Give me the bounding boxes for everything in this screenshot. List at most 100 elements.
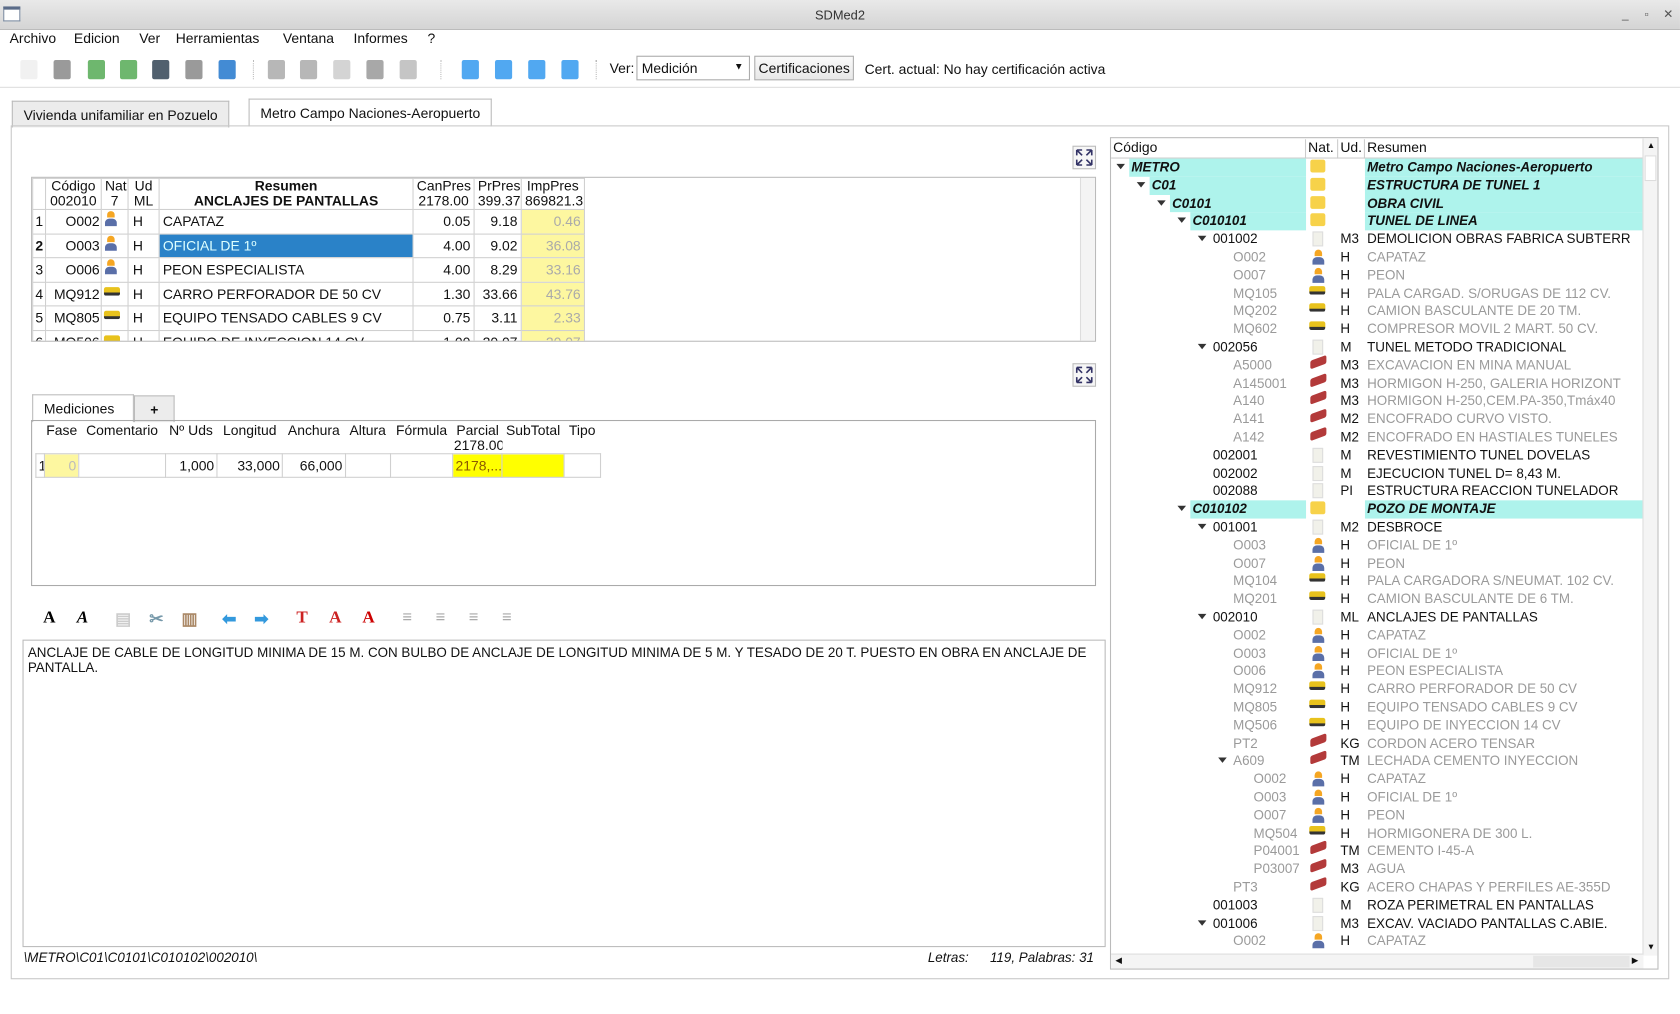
tree-row[interactable]: O006 H PEON ESPECIALISTA — [1111, 663, 1643, 681]
tree-row[interactable]: O002 H CAPATAZ — [1111, 627, 1643, 645]
tree-icon[interactable] — [558, 58, 582, 82]
tab-vivienda[interactable]: Vivienda unifamiliar en Pozuelo — [11, 100, 230, 128]
tree-header-ud[interactable]: Ud. — [1338, 139, 1365, 159]
cut-icon[interactable]: ✂ — [146, 609, 167, 633]
prpres-cell[interactable]: 20.07 — [473, 329, 522, 341]
expand-arrow-icon[interactable] — [1197, 343, 1207, 350]
highlight-color-icon[interactable]: A — [358, 609, 379, 633]
tab-mediciones[interactable]: Mediciones — [32, 394, 134, 423]
expand-icon[interactable] — [1072, 363, 1097, 387]
arrow-right-icon[interactable]: ➡ — [251, 609, 272, 633]
code-cell[interactable]: O003 — [44, 233, 102, 259]
unit-cell[interactable]: H — [127, 281, 160, 307]
unit-cell[interactable]: H — [127, 233, 160, 259]
column-header-9[interactable]: SubTotal — [502, 423, 564, 454]
tree-row[interactable]: MQ602 H COMPRESOR MOVIL 2 MART. 50 CV. — [1111, 321, 1643, 339]
tree-horizontal-scrollbar[interactable]: ◀ ▶ — [1111, 953, 1644, 969]
resumen-cell[interactable]: PEON ESPECIALISTA — [158, 257, 414, 283]
column-header-8[interactable]: Parcial 2178.00 — [452, 423, 503, 454]
column-header-5[interactable]: PrPres 399.37 — [473, 177, 522, 210]
column-header-3[interactable]: Nº Uds — [165, 423, 217, 454]
text-color-icon[interactable]: A — [325, 609, 346, 633]
prpres-cell[interactable]: 9.18 — [473, 208, 522, 235]
tree-row[interactable]: PT2 KG CORDON ACERO TENSAR — [1111, 732, 1643, 753]
table-row[interactable]: 3 O006 H PEON ESPECIALISTA 4.00 8.29 33.16 — [32, 257, 585, 283]
tree-row[interactable]: MQ805 H EQUIPO TENSADO CABLES 9 CV — [1111, 699, 1643, 717]
vertical-scrollbar[interactable] — [1079, 177, 1095, 341]
arrow-left-icon[interactable] — [459, 58, 483, 82]
expand-arrow-icon[interactable] — [1177, 217, 1187, 224]
tree-row[interactable]: C010102 POZO DE MONTAJE — [1111, 500, 1644, 519]
tree-row[interactable]: O003 H OFICIAL DE 1º — [1111, 789, 1643, 807]
expand-arrow-icon[interactable] — [1197, 235, 1207, 242]
prpres-cell[interactable]: 3.11 — [473, 305, 522, 331]
longitud-cell[interactable]: 33,000 — [216, 453, 284, 478]
certificaciones-button[interactable]: Certificaciones — [754, 55, 855, 81]
import-icon[interactable] — [85, 58, 109, 82]
tree-row[interactable]: 002001 M REVESTIMIENTO TUNEL DOVELAS — [1111, 447, 1643, 465]
row-number[interactable]: 4 — [32, 281, 47, 307]
table-row[interactable]: 5 MQ805 H EQUIPO TENSADO CABLES 9 CV 0.75 3.1… — [32, 305, 585, 331]
tree-row[interactable]: O002 H CAPATAZ — [1111, 933, 1643, 951]
expand-arrow-icon[interactable] — [1197, 523, 1207, 530]
tree-row[interactable]: A140 M3 HORMIGON H-250,CEM.PA-350,Tmáx40 — [1111, 390, 1643, 411]
tree-row[interactable]: MQ506 H EQUIPO DE INYECCION 14 CV — [1111, 717, 1643, 735]
parcial-cell[interactable]: 2178,... — [452, 453, 503, 478]
tree-row[interactable]: MQ201 H CAMION BASCULANTE DE 6 TM. — [1111, 591, 1643, 609]
unit-cell[interactable]: H — [127, 305, 160, 331]
tree-row[interactable]: 001002 M3 DEMOLICION OBRAS FABRICA SUBTERR — [1111, 231, 1643, 249]
tree-row[interactable]: O003 H OFICIAL DE 1º — [1111, 537, 1643, 555]
subtotal-cell[interactable] — [501, 453, 565, 478]
prpres-cell[interactable]: 9.02 — [473, 233, 522, 259]
unit-cell[interactable]: H — [127, 329, 160, 341]
prpres-cell[interactable]: 33.66 — [473, 281, 522, 307]
tree-row[interactable]: MQ105 H PALA CARGAD. S/ORUGAS DE 112 CV. — [1111, 285, 1643, 303]
prpres-cell[interactable]: 8.29 — [473, 257, 522, 283]
tree-row[interactable]: MQ104 H PALA CARGADORA S/NEUMAT. 102 CV. — [1111, 573, 1643, 591]
menu-ventana[interactable]: Ventana — [283, 30, 334, 46]
tree-row[interactable]: P03007 M3 AGUA — [1111, 858, 1643, 879]
table-row[interactable]: 1 O002 H CAPATAZ 0.05 9.18 0.46 — [32, 208, 585, 235]
code-cell[interactable]: O006 — [44, 257, 102, 283]
tree-row[interactable]: 002010 ML ANCLAJES DE PANTALLAS — [1111, 609, 1643, 627]
code-cell[interactable]: MQ506 — [44, 329, 102, 341]
fase-cell[interactable]: 0 — [43, 453, 80, 478]
column-header-2[interactable]: Comentario — [78, 423, 166, 454]
tree-row[interactable]: A142 M2 ENCOFRADO EN HASTIALES TUNELES — [1111, 426, 1643, 447]
column-header-0[interactable]: Código 002010 — [44, 177, 102, 210]
tree-vertical-scrollbar[interactable]: ▲ ▼ — [1642, 138, 1658, 956]
tree-row[interactable]: MQ202 H CAMION BASCULANTE DE 20 TM. — [1111, 303, 1643, 321]
tree-row[interactable]: C0101 OBRA CIVIL — [1111, 194, 1644, 213]
tree-row[interactable]: A609 TM LECHADA CEMENTO INYECCION — [1111, 750, 1643, 771]
menu-herramientas[interactable]: Herramientas — [176, 30, 260, 46]
menu-informes[interactable]: Informes — [354, 30, 408, 46]
add-tab-button[interactable]: + — [133, 395, 175, 423]
maximize-button[interactable]: ▫ — [1639, 7, 1654, 22]
arrow-right-icon[interactable] — [525, 58, 549, 82]
column-header-6[interactable]: Altura — [345, 423, 391, 454]
tree-row[interactable]: MQ504 H HORMIGONERA DE 300 L. — [1111, 825, 1643, 843]
code-cell[interactable]: MQ912 — [44, 281, 102, 307]
bold-icon[interactable]: A — [39, 609, 60, 633]
canpres-cell[interactable]: 0.05 — [412, 208, 475, 235]
tree-header-resumen[interactable]: Resumen — [1365, 139, 1644, 158]
resumen-cell[interactable]: EQUIPO TENSADO CABLES 9 CV — [158, 305, 414, 331]
column-header-1[interactable]: Nat 7 — [100, 177, 129, 210]
align-center-icon[interactable]: ≡ — [463, 609, 484, 633]
tree-row[interactable]: O007 H PEON — [1111, 555, 1643, 573]
row-number[interactable]: 2 — [32, 233, 47, 259]
tree-row[interactable]: 001006 M3 EXCAV. VACIADO PANTALLAS C.ABIE. — [1111, 915, 1643, 933]
tree-row[interactable]: O003 H OFICIAL DE 1º — [1111, 645, 1643, 663]
formula-cell[interactable] — [389, 453, 454, 478]
tree-row[interactable]: 002056 M TUNEL METODO TRADICIONAL — [1111, 339, 1643, 357]
canpres-cell[interactable]: 1.00 — [412, 329, 475, 341]
row-number[interactable]: 1 — [35, 453, 46, 478]
tree-header-codigo[interactable]: Código — [1111, 139, 1307, 159]
uds-cell[interactable]: 1,000 — [164, 453, 218, 478]
tree-row[interactable]: O002 H CAPATAZ — [1111, 249, 1643, 267]
resumen-cell[interactable]: CARRO PERFORADOR DE 50 CV — [158, 281, 414, 307]
font-icon[interactable]: T — [291, 609, 312, 633]
canpres-cell[interactable]: 0.75 — [412, 305, 475, 331]
column-header-7[interactable]: Fórmula — [390, 423, 453, 454]
anchura-cell[interactable]: 66,000 — [282, 453, 346, 478]
